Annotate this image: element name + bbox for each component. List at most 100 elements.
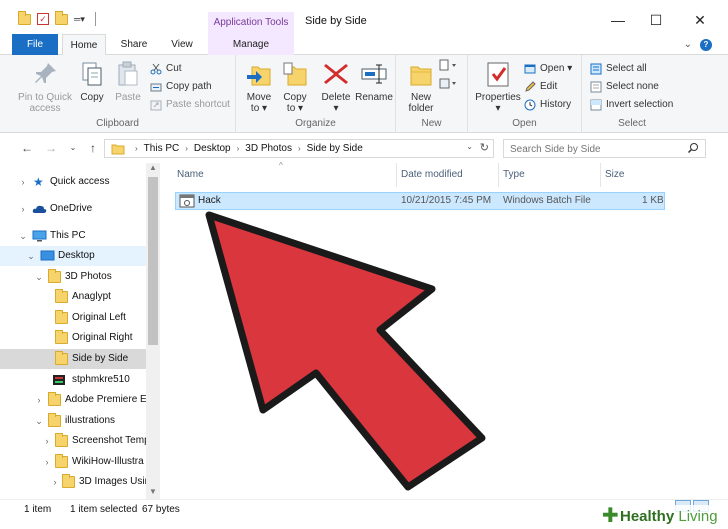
expand-chevron-icon[interactable]: › xyxy=(18,172,28,192)
expand-chevron-icon[interactable]: › xyxy=(42,431,52,451)
select-none-button[interactable]: Select none xyxy=(590,79,659,95)
tab-manage[interactable]: Manage xyxy=(208,34,294,55)
expand-chevron-icon[interactable]: › xyxy=(42,452,52,472)
scroll-down-icon[interactable]: ▼ xyxy=(146,487,160,499)
copy-path-button[interactable]: Copy path xyxy=(150,79,212,95)
crumb-separator-icon: › xyxy=(297,144,301,153)
paste-shortcut-button[interactable]: Paste shortcut xyxy=(150,97,230,113)
batch-file-icon xyxy=(179,194,195,208)
properties-button[interactable]: Properties ▾ xyxy=(472,59,524,114)
nav-item-onedrive[interactable]: › OneDrive xyxy=(0,199,146,219)
scrollbar-thumb[interactable] xyxy=(148,177,158,345)
breadcrumb-desktop[interactable]: Desktop xyxy=(194,143,231,154)
tab-file[interactable]: File xyxy=(12,34,58,55)
nav-item-original-left[interactable]: Original Left xyxy=(0,308,146,328)
collapse-chevron-icon[interactable]: ⌄ xyxy=(26,246,36,266)
tab-home[interactable]: Home xyxy=(62,34,106,56)
delete-button[interactable]: Delete ▾ xyxy=(318,59,354,114)
expand-chevron-icon[interactable]: › xyxy=(34,390,44,410)
collapse-chevron-icon[interactable]: ⌄ xyxy=(34,411,44,431)
open-button[interactable]: Open ▾ xyxy=(524,61,572,77)
nav-item-desktop[interactable]: ⌄ Desktop xyxy=(0,246,146,266)
crumb-separator-icon: › xyxy=(135,144,138,153)
collapse-chevron-icon[interactable]: ⌄ xyxy=(18,226,28,246)
folder-icon xyxy=(55,433,68,447)
customize-toolbar-icon[interactable]: ═▾ xyxy=(74,14,85,25)
paste-button[interactable]: Paste xyxy=(112,59,144,103)
column-header-name[interactable]: Name xyxy=(177,163,397,187)
cut-button[interactable]: Cut xyxy=(150,61,182,77)
properties-label: Properties xyxy=(475,92,521,103)
search-input[interactable] xyxy=(510,142,680,156)
rename-button[interactable]: Rename xyxy=(354,59,394,103)
pin-label-1: Pin to Quick xyxy=(18,92,72,103)
nav-item-illustrations[interactable]: ⌄ illustrations xyxy=(0,411,146,431)
properties-check-icon[interactable]: ✓ xyxy=(37,13,49,25)
search-box[interactable] xyxy=(503,139,706,158)
column-header-type[interactable]: Type xyxy=(503,163,601,187)
tab-view[interactable]: View xyxy=(162,34,202,55)
move-to-label-2: to ▾ xyxy=(250,103,268,114)
new-folder-button[interactable]: New folder xyxy=(404,59,438,114)
nav-item-side-by-side[interactable]: Side by Side xyxy=(0,349,146,369)
new-item-button[interactable] xyxy=(438,59,460,75)
up-arrow-icon[interactable]: ↑ xyxy=(86,140,100,156)
invert-selection-button[interactable]: Invert selection xyxy=(590,97,673,113)
address-bar[interactable]: › This PC › Desktop › 3D Photos › Side b… xyxy=(104,139,494,158)
copy-to-button[interactable]: Copy to ▾ xyxy=(276,59,314,114)
column-header-date[interactable]: Date modified xyxy=(401,163,499,187)
nav-item-wikihow-illustra[interactable]: › WikiHow-Illustra xyxy=(0,452,146,472)
history-button[interactable]: History xyxy=(524,97,571,113)
search-icon[interactable] xyxy=(687,142,699,154)
maximize-icon[interactable]: ☐ xyxy=(646,12,666,28)
breadcrumb-this-pc[interactable]: This PC xyxy=(144,143,180,154)
back-arrow-icon[interactable]: ← xyxy=(20,140,34,156)
expand-chevron-icon[interactable]: › xyxy=(18,199,28,219)
help-icon[interactable]: ? xyxy=(700,39,712,51)
expand-chevron-icon[interactable]: › xyxy=(50,472,60,492)
nav-item-adobe-premiere[interactable]: › Adobe Premiere El xyxy=(0,390,146,410)
cut-label: Cut xyxy=(166,63,182,74)
star-icon: ★ xyxy=(33,175,44,189)
nav-item-quick-access[interactable]: › ★ Quick access xyxy=(0,172,146,192)
paste-label: Paste xyxy=(115,92,141,103)
pin-to-quick-access-button[interactable]: Pin to Quick access xyxy=(14,59,76,114)
nav-item-screenshot-temp[interactable]: › Screenshot Temp xyxy=(0,431,146,451)
breadcrumb-side-by-side[interactable]: Side by Side xyxy=(307,143,363,154)
address-dropdown-icon[interactable]: ⌄ xyxy=(466,142,473,151)
move-to-button[interactable]: Move to ▾ xyxy=(240,59,278,114)
refresh-icon[interactable]: ↻ xyxy=(480,141,489,154)
select-none-icon xyxy=(590,81,602,93)
copy-button[interactable]: Copy xyxy=(76,59,108,103)
nav-item-anaglypt[interactable]: Anaglypt xyxy=(0,287,146,307)
table-row[interactable]: Hack 10/21/2015 7:45 PM Windows Batch Fi… xyxy=(175,192,665,210)
nav-item-3d-photos[interactable]: ⌄ 3D Photos xyxy=(0,267,146,287)
close-icon[interactable]: ✕ xyxy=(690,12,710,28)
select-all-button[interactable]: Select all xyxy=(590,61,647,77)
nav-label: Original Left xyxy=(72,312,126,323)
nav-scrollbar[interactable]: ▲ ▼ xyxy=(146,163,160,499)
scroll-up-icon[interactable]: ▲ xyxy=(146,163,160,175)
nav-item-this-pc[interactable]: ⌄ This PC xyxy=(0,226,146,246)
move-to-label: Move xyxy=(246,92,272,103)
nav-item-3d-images[interactable]: › 3D Images Usin xyxy=(0,472,146,492)
column-header-size[interactable]: Size xyxy=(605,163,665,187)
tab-share[interactable]: Share xyxy=(112,34,156,55)
edit-button[interactable]: Edit xyxy=(524,79,557,95)
easy-access-icon xyxy=(438,77,460,91)
nav-item-original-right[interactable]: Original Right xyxy=(0,328,146,348)
ribbon-tabs: File Home Share View Manage ⌄ ? xyxy=(0,34,728,56)
new-folder-icon[interactable] xyxy=(55,10,68,25)
folder-icon[interactable] xyxy=(18,10,31,25)
easy-access-button[interactable] xyxy=(438,77,460,93)
scissors-icon xyxy=(150,63,162,75)
recent-locations-icon[interactable]: ⌄ xyxy=(66,140,80,156)
nav-item-stphmkre510[interactable]: stphmkre510 xyxy=(0,370,146,390)
breadcrumb-3d-photos[interactable]: 3D Photos xyxy=(245,143,292,154)
logo-living: Living xyxy=(678,508,718,525)
forward-arrow-icon[interactable]: → xyxy=(44,140,58,156)
minimize-icon[interactable]: — xyxy=(608,12,628,28)
collapse-chevron-icon[interactable]: ⌄ xyxy=(34,267,44,287)
folder-icon xyxy=(55,310,68,324)
collapse-ribbon-icon[interactable]: ⌄ xyxy=(684,39,692,51)
